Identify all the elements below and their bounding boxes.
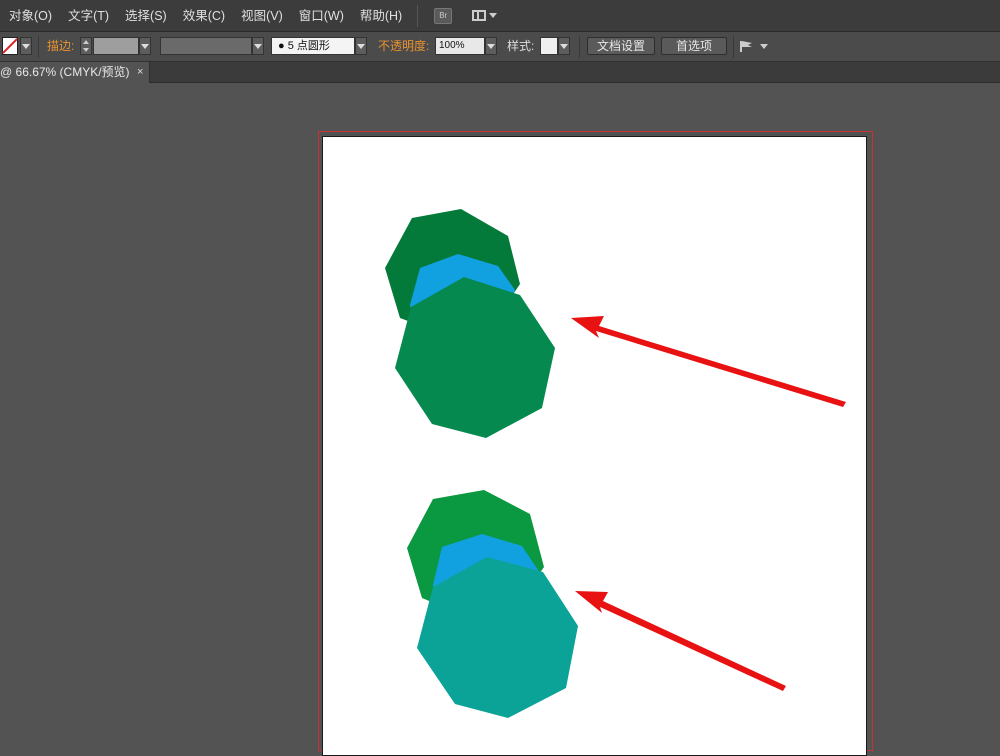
arrow-top[interactable] [571,316,846,407]
artwork[interactable] [0,0,1000,741]
arrow-bottom[interactable] [575,591,786,691]
